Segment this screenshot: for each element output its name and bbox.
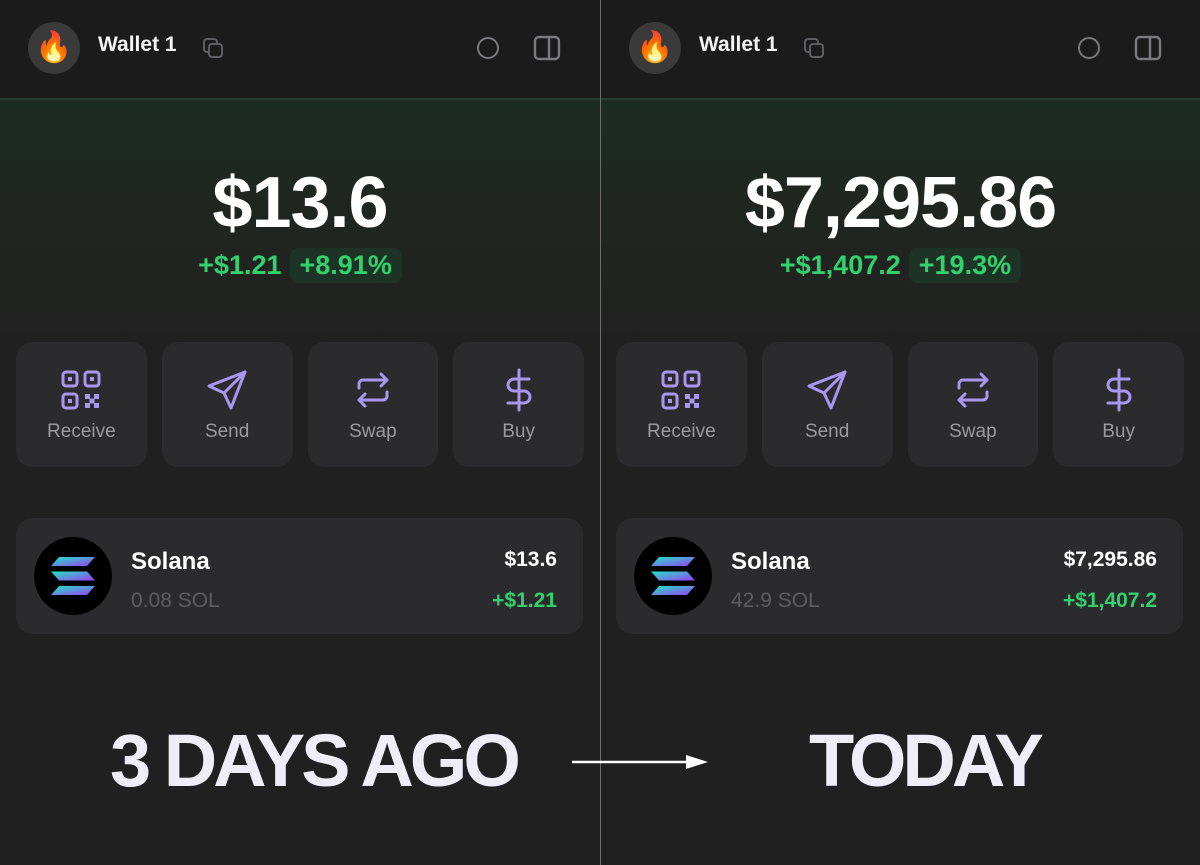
swap-arrows-icon bbox=[957, 372, 989, 408]
copy-icon[interactable] bbox=[201, 36, 225, 60]
token-amount: 42.9 SOL bbox=[731, 589, 820, 612]
right-arrow-icon bbox=[572, 755, 708, 769]
receive-button[interactable]: Receive bbox=[16, 342, 147, 467]
token-change: +$1,407.2 bbox=[1062, 589, 1157, 612]
total-balance: $13.6 bbox=[212, 163, 388, 243]
wallet-avatar[interactable]: 🔥 bbox=[28, 22, 80, 74]
buy-button[interactable]: Buy bbox=[1053, 342, 1184, 467]
solana-logo-icon bbox=[34, 537, 112, 615]
wallet-header: 🔥 Wallet 1 bbox=[0, 0, 600, 98]
send-button[interactable]: Send bbox=[761, 342, 893, 467]
wallet-name[interactable]: Wallet 1 bbox=[699, 33, 778, 57]
send-button[interactable]: Send bbox=[161, 342, 293, 467]
action-buttons: Receive Send Swap Buy bbox=[16, 342, 584, 467]
token-name: Solana bbox=[131, 548, 210, 575]
sidebar-toggle-icon[interactable] bbox=[533, 34, 561, 62]
qr-code-icon bbox=[661, 370, 701, 410]
dollar-icon bbox=[506, 368, 532, 412]
token-row-solana[interactable]: Solana 42.9 SOL $7,295.86 +$1,407.2 bbox=[616, 518, 1183, 634]
receive-label: Receive bbox=[647, 421, 716, 442]
token-amount: 0.08 SOL bbox=[131, 589, 220, 612]
token-row-solana[interactable]: Solana 0.08 SOL $13.6 +$1.21 bbox=[16, 518, 583, 634]
swap-arrows-icon bbox=[357, 372, 389, 408]
token-value: $13.6 bbox=[504, 548, 557, 571]
caption-before: 3 DAYS AGO bbox=[110, 719, 521, 802]
send-label: Send bbox=[204, 421, 250, 442]
caption-after: TODAY bbox=[809, 719, 1044, 802]
send-arrow-icon bbox=[807, 370, 847, 410]
balance-change-amount: +$1.21 bbox=[198, 250, 282, 280]
send-arrow-icon bbox=[207, 370, 247, 410]
qr-code-icon bbox=[61, 370, 101, 410]
token-name: Solana bbox=[731, 548, 810, 575]
circle-icon[interactable] bbox=[1077, 36, 1101, 60]
hero-top-border bbox=[0, 98, 600, 100]
swap-label: Swap bbox=[349, 421, 397, 442]
solana-logo-icon bbox=[634, 537, 712, 615]
balance-change-amount: +$1,407.2 bbox=[779, 250, 901, 280]
buy-label: Buy bbox=[502, 421, 535, 442]
swap-button[interactable]: Swap bbox=[907, 342, 1039, 467]
swap-label: Swap bbox=[949, 421, 997, 442]
balance-change-row: +$1.21 +8.91% bbox=[0, 248, 600, 283]
dollar-icon bbox=[1106, 368, 1132, 412]
sidebar-toggle-icon[interactable] bbox=[1134, 34, 1162, 62]
wallet-name[interactable]: Wallet 1 bbox=[98, 33, 177, 57]
receive-label: Receive bbox=[47, 421, 116, 442]
buy-label: Buy bbox=[1102, 421, 1135, 442]
token-change: +$1.21 bbox=[492, 589, 557, 612]
buy-button[interactable]: Buy bbox=[453, 342, 584, 467]
wallet-avatar[interactable]: 🔥 bbox=[629, 22, 681, 74]
action-buttons: Receive Send Swap Buy bbox=[616, 342, 1184, 467]
circle-icon[interactable] bbox=[476, 36, 500, 60]
balance-change-percent-badge: +19.3% bbox=[908, 248, 1022, 283]
hero-top-border bbox=[601, 98, 1200, 100]
total-balance: $7,295.86 bbox=[744, 163, 1057, 243]
balance-change-row: +$1,407.2 +19.3% bbox=[601, 248, 1200, 283]
token-value: $7,295.86 bbox=[1063, 548, 1157, 571]
balance-change-percent-badge: +8.91% bbox=[289, 248, 402, 283]
swap-button[interactable]: Swap bbox=[307, 342, 439, 467]
wallet-header: 🔥 Wallet 1 bbox=[601, 0, 1200, 98]
send-label: Send bbox=[804, 421, 850, 442]
receive-button[interactable]: Receive bbox=[616, 342, 747, 467]
copy-icon[interactable] bbox=[802, 36, 826, 60]
